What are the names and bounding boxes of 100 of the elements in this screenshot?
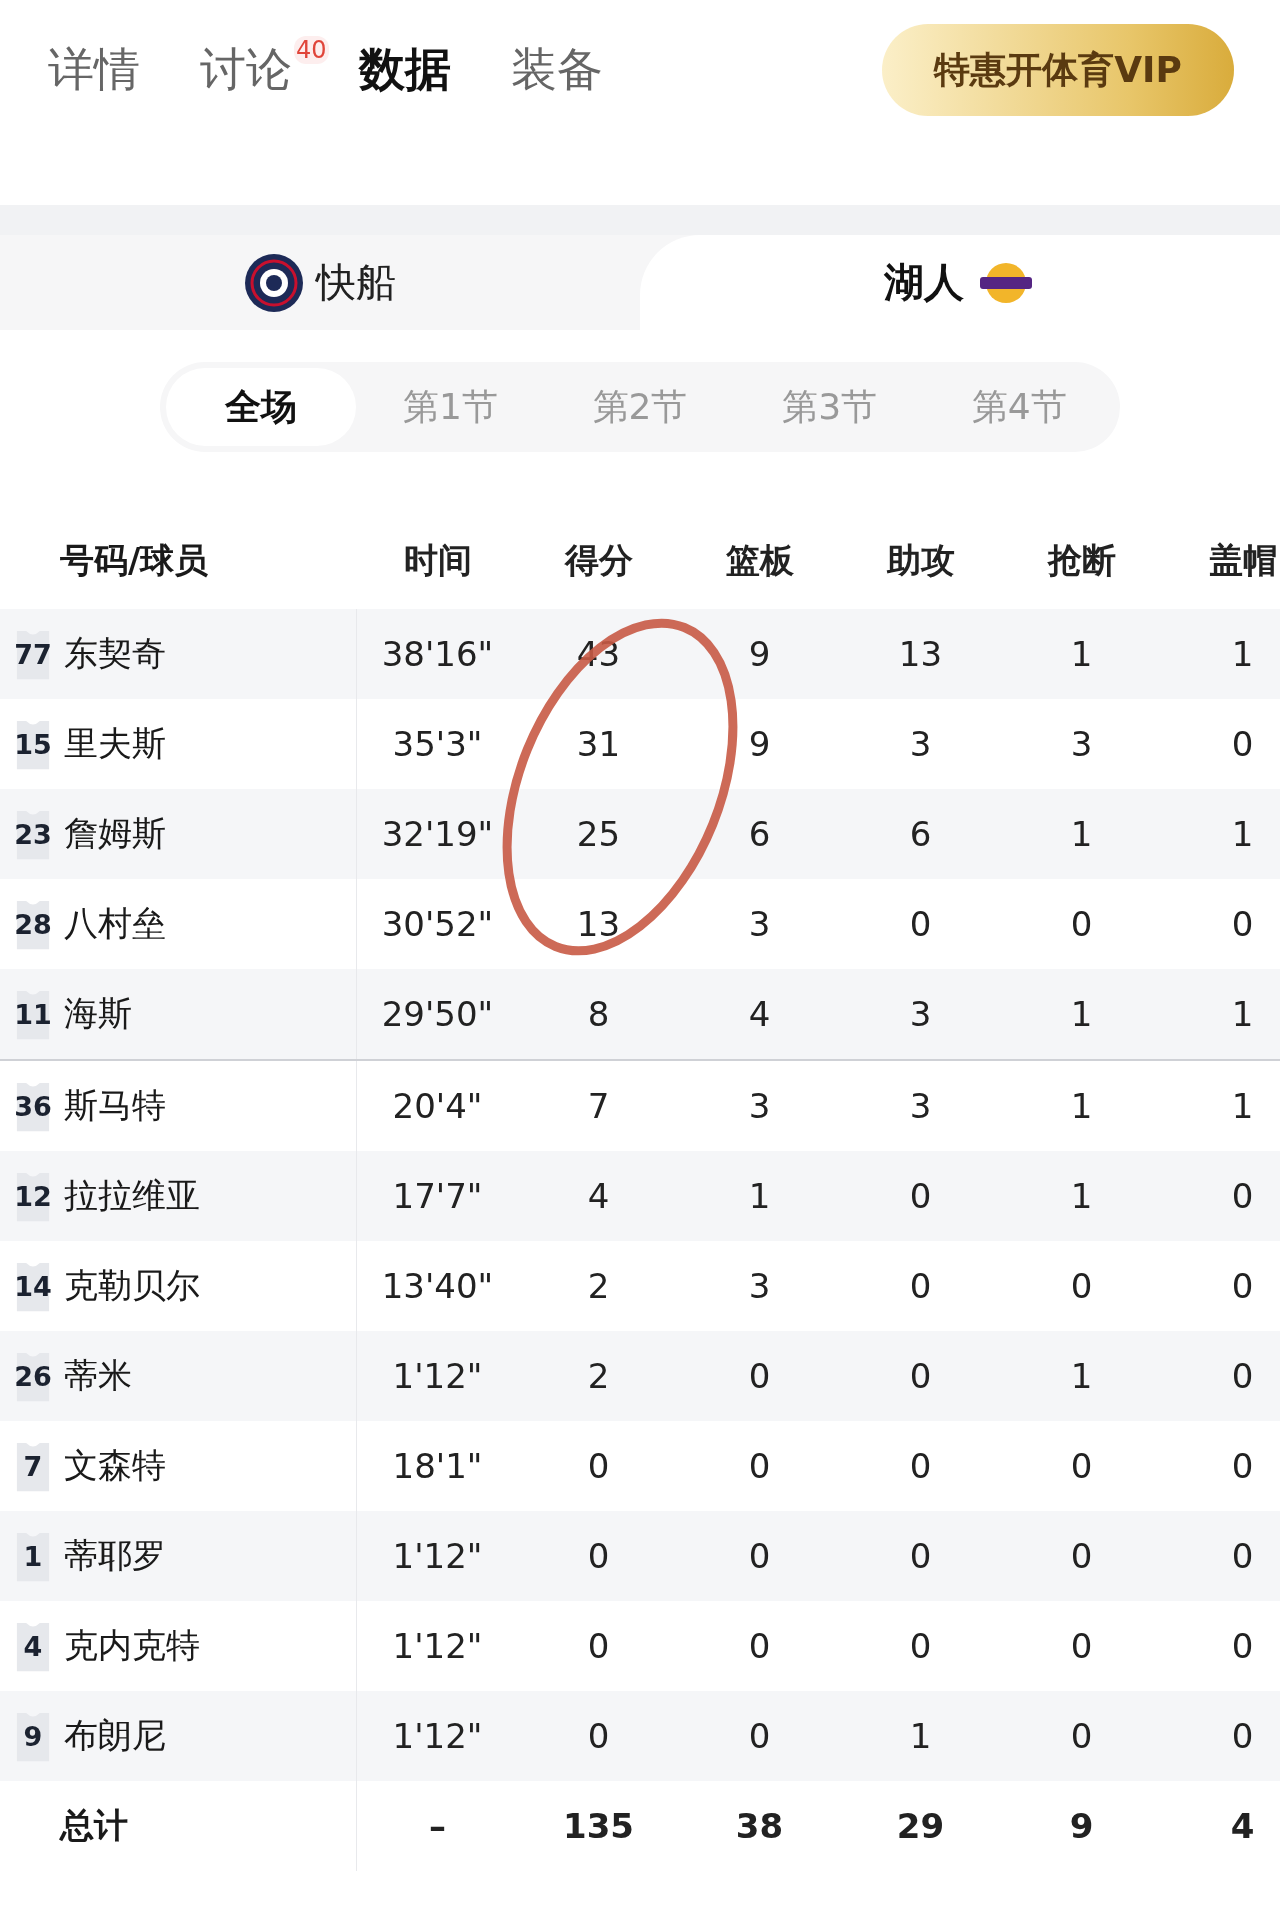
table-cell: 2 — [587, 1356, 610, 1396]
nav-tab[interactable]: 讨论 — [200, 39, 292, 101]
table-cell: 0 — [1231, 1266, 1254, 1306]
table-cell: 0 — [587, 1716, 610, 1756]
table-cell: – — [429, 1806, 446, 1846]
table-cell: 0 — [748, 1536, 771, 1576]
column-header: 得分 — [564, 539, 633, 580]
table-cell: 0 — [748, 1716, 771, 1756]
table-cell: 7 — [587, 1086, 610, 1126]
table-cell: 13'40" — [381, 1266, 494, 1306]
table-cell: 0 — [748, 1446, 771, 1486]
table-cell: 1 — [1070, 814, 1093, 854]
table-cell: 1'12" — [392, 1536, 483, 1576]
team-tab[interactable]: 湖人 — [640, 235, 1280, 330]
table-cell: 2 — [587, 1266, 610, 1306]
player-name[interactable]: 布朗尼 — [64, 1713, 166, 1759]
player-name[interactable]: 东契奇 — [64, 631, 166, 677]
nav-tab[interactable]: 数据 — [358, 39, 451, 101]
table-cell: 9 — [1069, 1806, 1094, 1846]
table-cell: 29'50" — [381, 994, 494, 1034]
table-cell: 30'52" — [381, 904, 494, 944]
table-cell: 25 — [576, 814, 621, 854]
column-header: 助攻 — [886, 539, 955, 580]
table-cell: 0 — [909, 1446, 932, 1486]
table-cell: 1'12" — [392, 1626, 483, 1666]
nav-tab[interactable]: 详情 — [48, 39, 140, 101]
player-name[interactable]: 斯马特 — [64, 1083, 166, 1129]
table-cell: 9 — [748, 634, 771, 674]
jersey-number: 12 — [14, 1180, 52, 1212]
player-name[interactable]: 拉拉维亚 — [64, 1173, 200, 1219]
table-cell: 0 — [1070, 1266, 1093, 1306]
table-cell: 13 — [576, 904, 621, 944]
player-name[interactable]: 克勒贝尔 — [64, 1263, 200, 1309]
player-name[interactable]: 里夫斯 — [64, 721, 166, 767]
table-cell: 0 — [1070, 904, 1093, 944]
table-cell: 0 — [909, 1356, 932, 1396]
table-cell: 1 — [1070, 1356, 1093, 1396]
table-cell: 0 — [1231, 1536, 1254, 1576]
jersey-number: 23 — [14, 818, 52, 850]
table-cell: 1 — [909, 1716, 932, 1756]
table-cell: 0 — [748, 1626, 771, 1666]
player-name[interactable]: 克内克特 — [64, 1623, 200, 1669]
table-cell: 32'19" — [381, 814, 494, 854]
table-cell: 0 — [1231, 1176, 1254, 1216]
table-cell: 135 — [563, 1806, 634, 1846]
table-cell: 3 — [909, 724, 932, 764]
player-name[interactable]: 蒂耶罗 — [64, 1533, 166, 1579]
player-name[interactable]: 文森特 — [64, 1443, 166, 1489]
table-cell: 0 — [909, 1626, 932, 1666]
table-cell: 31 — [576, 724, 621, 764]
column-header: 时间 — [403, 539, 472, 580]
table-cell: 0 — [1231, 724, 1254, 764]
jersey-number: 11 — [14, 998, 52, 1030]
column-header: 抢断 — [1047, 539, 1116, 580]
table-cell: 1 — [1231, 634, 1254, 674]
table-cell: 0 — [1231, 904, 1254, 944]
table-cell: 4 — [1230, 1806, 1255, 1846]
table-cell: 0 — [1231, 1356, 1254, 1396]
player-name[interactable]: 蒂米 — [64, 1353, 132, 1399]
period-tab[interactable]: 全场 — [166, 368, 356, 446]
table-cell: 3 — [909, 994, 932, 1034]
table-cell: 18'1" — [392, 1446, 483, 1486]
table-cell: 1'12" — [392, 1716, 483, 1756]
column-header: 篮板 — [725, 539, 794, 580]
table-cell: 0 — [909, 1266, 932, 1306]
table-cell: 0 — [1070, 1446, 1093, 1486]
table-cell: 0 — [1070, 1716, 1093, 1756]
table-cell: 3 — [748, 1086, 771, 1126]
table-cell: 0 — [587, 1446, 610, 1486]
table-cell: 38 — [735, 1806, 784, 1846]
table-cell: 0 — [909, 1536, 932, 1576]
table-cell: 1 — [1070, 634, 1093, 674]
jersey-number: 7 — [23, 1450, 43, 1482]
jersey-number: 9 — [23, 1720, 43, 1752]
table-cell: 0 — [1231, 1716, 1254, 1756]
player-name[interactable]: 八村垒 — [64, 901, 166, 947]
table-cell: 0 — [587, 1536, 610, 1576]
jersey-number: 36 — [14, 1090, 52, 1122]
table-cell: 0 — [1231, 1446, 1254, 1486]
column-header: 盖帽 — [1208, 539, 1277, 580]
table-cell: 1'12" — [392, 1356, 483, 1396]
table-cell: 0 — [1070, 1626, 1093, 1666]
table-cell: 9 — [748, 724, 771, 764]
column-header: 号码/球员 — [60, 538, 209, 582]
table-cell: 1 — [1231, 994, 1254, 1034]
team-logo-icon — [244, 252, 304, 313]
table-cell: 17'7" — [392, 1176, 483, 1216]
table-cell: 20'4" — [392, 1086, 483, 1126]
table-cell: 13 — [898, 634, 943, 674]
table-cell: 3 — [1070, 724, 1093, 764]
table-cell: 0 — [1231, 1626, 1254, 1666]
nav-tab[interactable]: 装备 — [510, 39, 603, 101]
player-name[interactable]: 海斯 — [64, 991, 132, 1037]
table-cell: 38'16" — [381, 634, 494, 674]
table-cell: 29 — [896, 1806, 945, 1846]
table-cell: 1 — [1070, 1176, 1093, 1216]
player-name[interactable]: 詹姆斯 — [64, 811, 166, 857]
vip-button[interactable]: 特惠开体育VIP — [882, 24, 1234, 116]
table-cell: 0 — [587, 1626, 610, 1666]
table-cell: 0 — [1070, 1536, 1093, 1576]
